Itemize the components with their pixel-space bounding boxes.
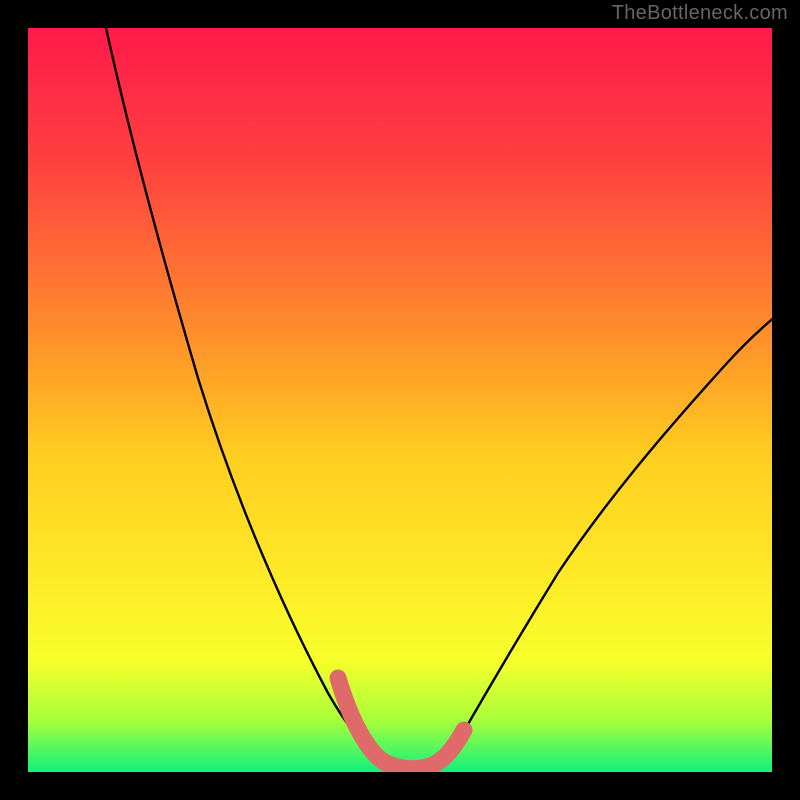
- chart-stage: TheBottleneck.com: [0, 0, 800, 800]
- gradient-background: [28, 28, 772, 772]
- plot-area: [28, 28, 772, 772]
- chart-svg: [28, 28, 772, 772]
- watermark-text: TheBottleneck.com: [612, 2, 788, 25]
